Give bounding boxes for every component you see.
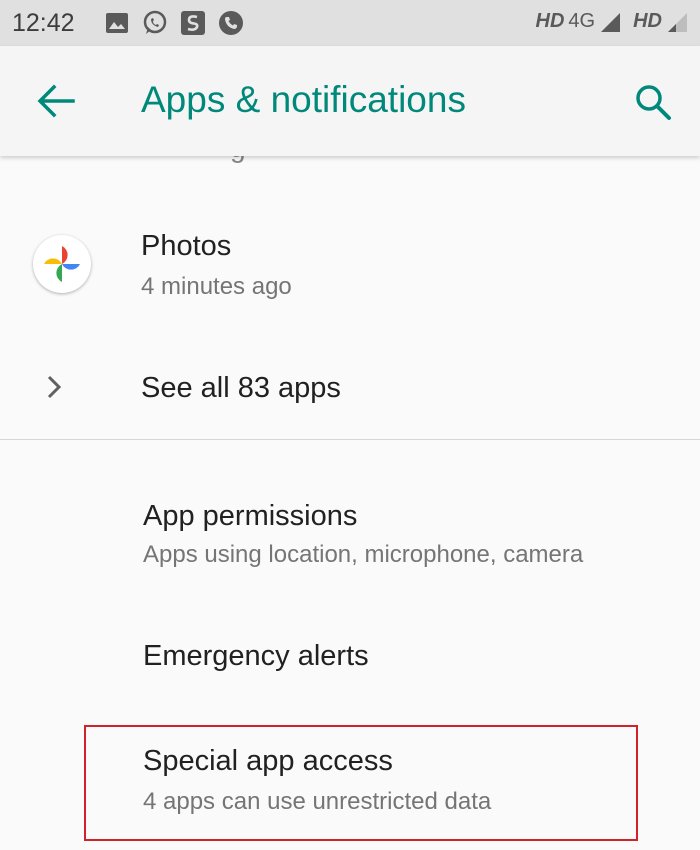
notification-icons (104, 10, 244, 36)
photos-app-icon (33, 235, 91, 293)
back-button[interactable] (36, 84, 76, 118)
page-title: Apps & notifications (141, 79, 466, 120)
signal-icon (599, 11, 621, 33)
app-permissions-item[interactable]: App permissions Apps using location, mic… (0, 480, 700, 590)
setting-title: Emergency alerts (143, 640, 369, 672)
hd-indicator: HD (535, 10, 565, 32)
app-bar: Apps & notifications (0, 46, 700, 156)
search-icon (633, 85, 673, 126)
status-indicators: HD 4G HD (536, 10, 688, 33)
phone-icon (218, 10, 244, 36)
status-time: 12:42 (12, 9, 75, 37)
app-name: Photos (141, 230, 232, 262)
s-app-icon (180, 10, 206, 36)
divider (0, 439, 700, 440)
hd-indicator-2: HD (633, 10, 662, 32)
arrow-back-icon (36, 84, 76, 122)
setting-subtitle: Apps using location, microphone, camera (143, 541, 584, 568)
signal-weak-icon (666, 11, 688, 33)
chevron-right-icon (44, 374, 66, 400)
setting-title: App permissions (143, 500, 358, 532)
emergency-alerts-item[interactable]: Emergency alerts (0, 610, 700, 705)
app-last-used: 4 minutes ago (141, 273, 292, 300)
see-all-label: See all 83 apps (141, 372, 341, 404)
search-button[interactable] (633, 82, 673, 122)
network-type: 4G (568, 10, 596, 32)
see-all-apps[interactable]: See all 83 apps (0, 348, 700, 430)
status-bar: 12:42 HD 4G HD (0, 0, 700, 46)
whatsapp-icon (142, 10, 168, 36)
recent-app-photos[interactable]: Photos 4 minutes ago (0, 200, 700, 330)
gallery-icon (104, 10, 130, 36)
highlight-box (84, 725, 638, 841)
